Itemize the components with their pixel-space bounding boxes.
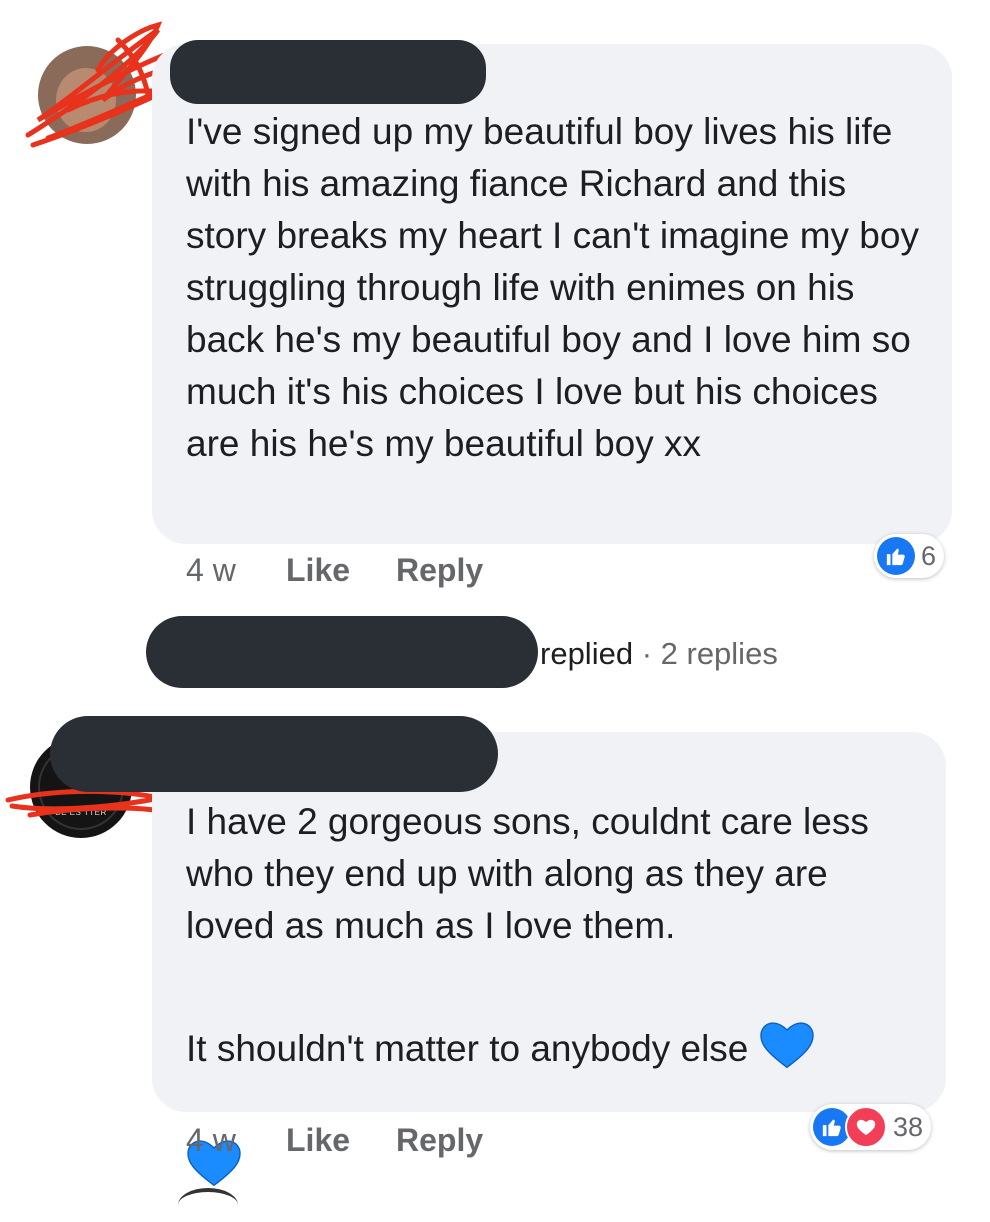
reaction-summary[interactable]: 6: [874, 534, 945, 578]
reaction-count: 6: [921, 540, 937, 571]
reaction-summary[interactable]: 38: [810, 1104, 932, 1150]
redacted-name: [50, 716, 498, 792]
separator-dot: ·: [641, 636, 653, 671]
commenter-avatar[interactable]: [38, 46, 136, 144]
comment-text-segment: It shouldn't matter to anybody else: [186, 1027, 759, 1069]
redacted-name: [170, 40, 486, 104]
next-avatar-edge: [178, 1188, 238, 1222]
comment-text: I've signed up my beautiful boy lives hi…: [186, 111, 919, 464]
comment-text: I have 2 gorgeous sons, couldnt care les…: [186, 801, 869, 946]
blue-heart-icon: [759, 1018, 815, 1084]
reply-button[interactable]: Reply: [396, 1122, 483, 1159]
reply-button[interactable]: Reply: [396, 552, 483, 589]
reaction-count: 38: [893, 1111, 924, 1142]
comment-actions: 4 w Like Reply: [186, 552, 483, 589]
comment-actions: 4 w Like Reply: [186, 1122, 483, 1159]
avatar-face: [56, 68, 116, 132]
comment-timestamp[interactable]: 4 w: [186, 552, 286, 589]
view-replies-link[interactable]: replied · 2 replies: [540, 636, 778, 672]
like-button[interactable]: Like: [286, 552, 396, 589]
redacted-replier-name: [146, 616, 538, 688]
like-button[interactable]: Like: [286, 1122, 396, 1159]
love-icon: [845, 1106, 887, 1148]
comment-text-line2: It shouldn't matter to anybody else: [186, 966, 946, 1202]
comment-timestamp[interactable]: 4 w: [186, 1122, 286, 1159]
like-icon: [877, 537, 915, 575]
replies-count: 2 replies: [660, 636, 778, 671]
avatar-text: BE ES TTER: [55, 808, 107, 817]
replied-label: replied: [540, 636, 634, 671]
